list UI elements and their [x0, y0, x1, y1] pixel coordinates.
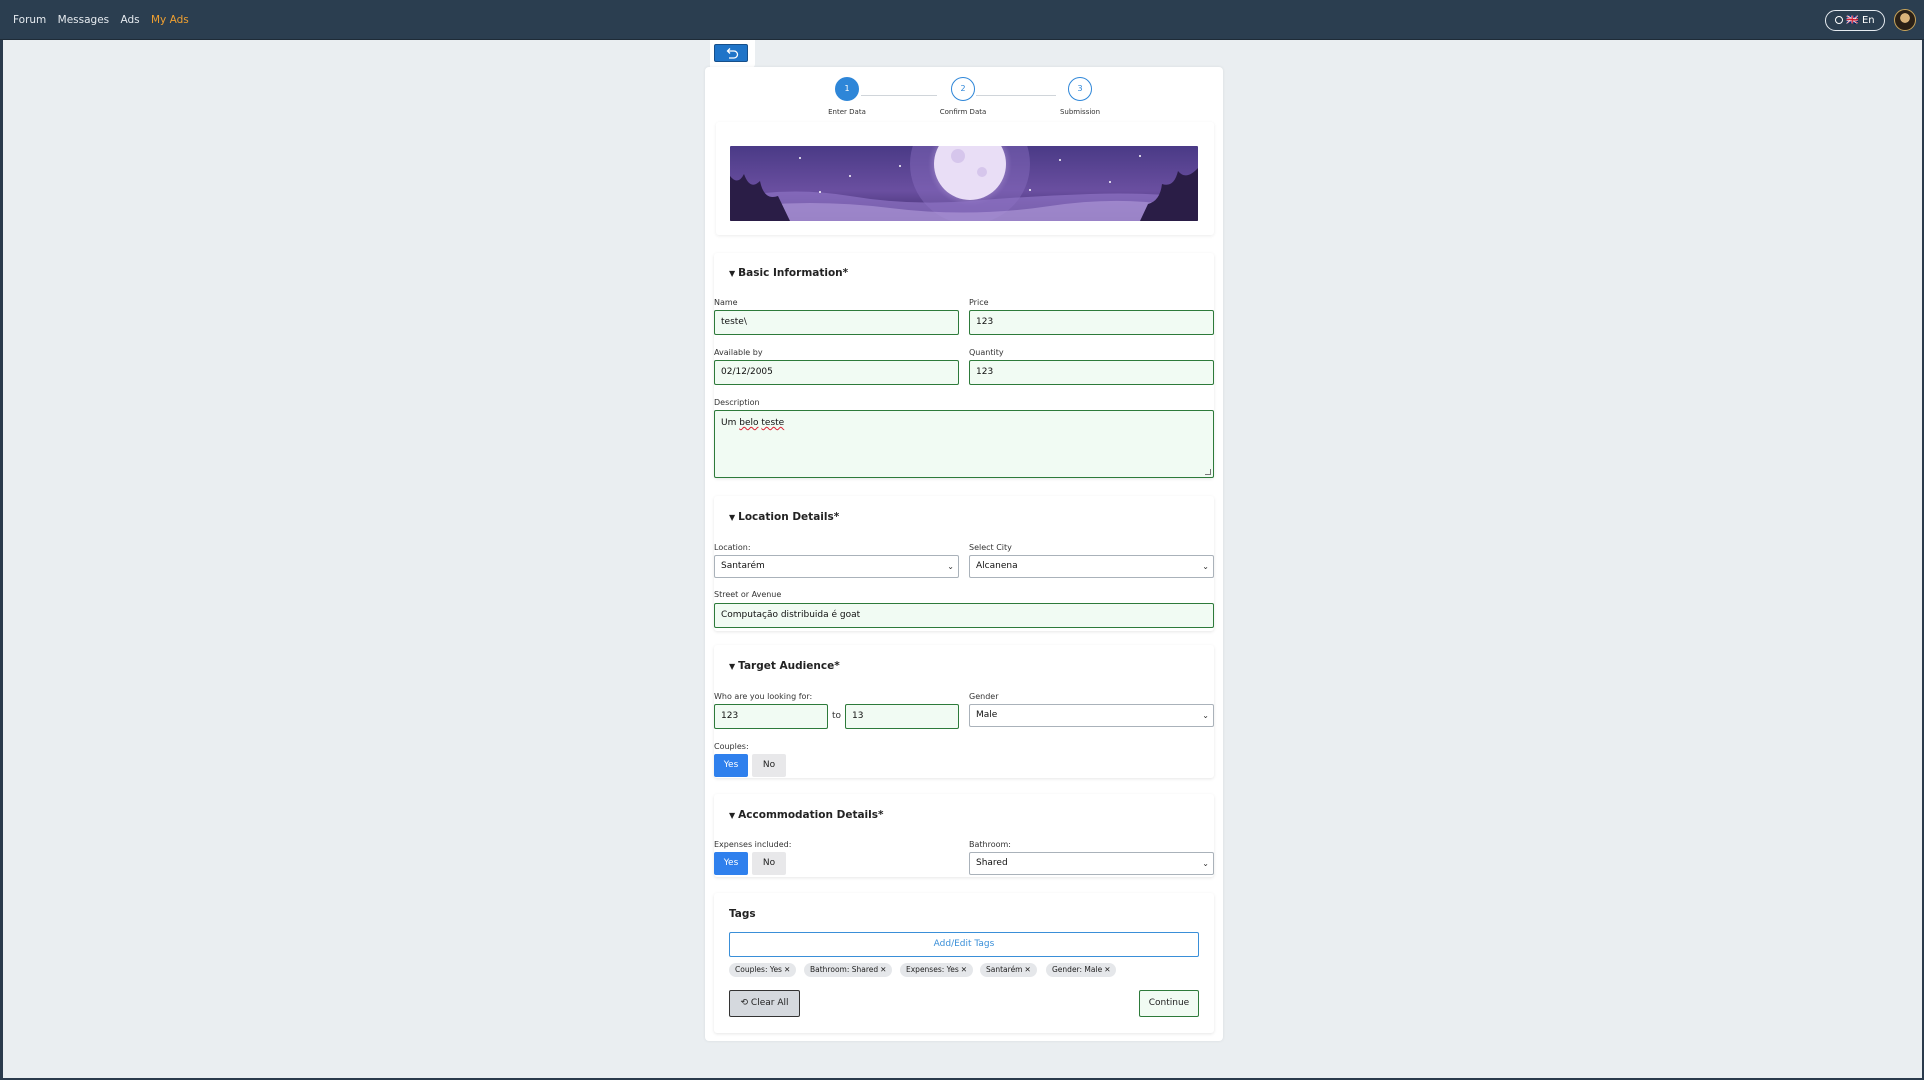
resize-handle[interactable] [1205, 469, 1211, 475]
street-input[interactable]: Computação distribuida é goat [714, 603, 1214, 628]
stepper-line-1 [861, 95, 937, 96]
price-label: Price [969, 298, 989, 307]
audience-toggle[interactable]: ▼ Target Audience* [729, 660, 840, 672]
description-textarea[interactable]: Um belo teste [714, 410, 1214, 478]
location-label: Location: [714, 543, 751, 552]
to-label: to [832, 711, 842, 721]
tag-chip-label: Couples: Yes [735, 965, 782, 974]
globe-icon [1835, 16, 1844, 24]
step-1-circle[interactable]: 1 [835, 77, 859, 101]
close-icon[interactable]: ✕ [961, 965, 967, 974]
back-button[interactable] [714, 44, 748, 62]
bathroom-select[interactable]: Shared ⌄ [969, 852, 1214, 875]
gender-label: Gender [969, 692, 999, 701]
stepper-line-2 [976, 95, 1056, 96]
tag-chip-label: Santarém [986, 965, 1023, 974]
tag-chip[interactable]: Santarém ✕ [980, 963, 1037, 977]
age-to-input[interactable]: 13 [845, 704, 959, 729]
step-2-circle[interactable]: 2 [951, 77, 975, 101]
tag-chip[interactable]: Expenses: Yes ✕ [900, 963, 974, 977]
bathroom-select-value: Shared [976, 858, 1008, 868]
collapse-triangle-icon: ▼ [729, 811, 736, 820]
available-by-input[interactable]: 02/12/2005 [714, 360, 959, 385]
city-select[interactable]: Alcanena ⌄ [969, 555, 1214, 578]
step-1-label: Enter Data [828, 108, 866, 116]
city-label: Select City [969, 543, 1012, 552]
accommodation-toggle[interactable]: ▼ Accommodation Details* [729, 809, 884, 821]
tags-title: Tags [729, 908, 756, 920]
location-toggle[interactable]: ▼ Location Details* [729, 511, 839, 523]
close-icon[interactable]: ✕ [1104, 965, 1110, 974]
tag-chip[interactable]: Gender: Male ✕ [1046, 963, 1117, 977]
top-navbar: Forum Messages Ads My Ads 🇬🇧 En [0, 0, 1924, 40]
chevron-down-icon: ⌄ [1202, 562, 1209, 571]
nav-links: Forum Messages Ads My Ads [13, 14, 197, 26]
user-avatar[interactable] [1894, 9, 1916, 31]
description-word-misspelled: belo [739, 418, 759, 428]
expenses-yes-button[interactable]: Yes [714, 852, 748, 875]
tag-chip-label: Bathroom: Shared [810, 965, 879, 974]
tag-chip[interactable]: Bathroom: Shared ✕ [804, 963, 893, 977]
nav-link-forum[interactable]: Forum [13, 14, 46, 26]
step-3-label: Submission [1059, 108, 1101, 116]
description-word-misspelled: teste [761, 418, 785, 428]
nav-link-ads[interactable]: Ads [120, 14, 139, 26]
looking-for-label: Who are you looking for: [714, 692, 813, 701]
gender-select-value: Male [976, 710, 998, 720]
name-label: Name [714, 298, 738, 307]
close-icon[interactable]: ✕ [784, 965, 790, 974]
age-from-input[interactable]: 123 [714, 704, 828, 729]
chevron-down-icon: ⌄ [947, 562, 954, 571]
tag-chip-label: Gender: Male [1052, 965, 1103, 974]
gender-select[interactable]: Male ⌄ [969, 704, 1214, 727]
bathroom-label: Bathroom: [969, 840, 1011, 849]
expenses-no-button[interactable]: No [752, 852, 786, 875]
collapse-triangle-icon: ▼ [729, 513, 736, 522]
location-title: Location Details* [738, 511, 840, 523]
collapse-triangle-icon: ▼ [729, 269, 736, 278]
name-input[interactable]: teste\ [714, 310, 959, 335]
basic-info-toggle[interactable]: ▼ Basic Information* [729, 267, 848, 279]
expenses-label: Expenses included: [714, 840, 792, 849]
city-select-value: Alcanena [976, 561, 1018, 571]
chevron-down-icon: ⌄ [1202, 711, 1209, 720]
description-label: Description [714, 398, 760, 407]
step-3-circle[interactable]: 3 [1068, 77, 1092, 101]
description-word: Um [721, 418, 737, 428]
couples-no-button[interactable]: No [752, 754, 786, 777]
couples-yes-button[interactable]: Yes [714, 754, 748, 777]
reset-icon: ⟲ [740, 998, 749, 1008]
available-by-label: Available by [714, 348, 763, 357]
audience-title: Target Audience* [738, 660, 840, 672]
nav-link-my-ads[interactable]: My Ads [151, 14, 189, 26]
quantity-input[interactable]: 123 [969, 360, 1214, 385]
continue-button[interactable]: Continue [1139, 990, 1199, 1017]
close-icon[interactable]: ✕ [880, 965, 886, 974]
quantity-label: Quantity [969, 348, 1004, 357]
tag-chip[interactable]: Couples: Yes ✕ [729, 963, 797, 977]
couples-label: Couples: [714, 742, 749, 751]
price-input[interactable]: 123 [969, 310, 1214, 335]
step-2-label: Confirm Data [939, 108, 987, 116]
street-label: Street or Avenue [714, 590, 782, 599]
accommodation-title: Accommodation Details* [738, 809, 884, 821]
language-button[interactable]: 🇬🇧 En [1825, 10, 1885, 31]
moon-night-illustration [730, 146, 1198, 221]
collapse-triangle-icon: ▼ [729, 662, 736, 671]
close-icon[interactable]: ✕ [1025, 965, 1031, 974]
location-select-value: Santarém [721, 561, 765, 571]
nav-link-messages[interactable]: Messages [58, 14, 110, 26]
clear-all-button[interactable]: ⟲ Clear All [729, 990, 800, 1017]
undo-icon [726, 48, 739, 59]
window-frame-left [0, 0, 3, 1080]
tag-chip-label: Expenses: Yes [906, 965, 959, 974]
language-label: 🇬🇧 En [1846, 15, 1875, 26]
add-edit-tags-button[interactable]: Add/Edit Tags [729, 932, 1199, 957]
location-select[interactable]: Santarém ⌄ [714, 555, 959, 578]
basic-info-title: Basic Information* [738, 267, 849, 279]
clear-all-label: Clear All [750, 998, 789, 1008]
chevron-down-icon: ⌄ [1202, 859, 1209, 868]
banner-image[interactable] [730, 146, 1198, 221]
